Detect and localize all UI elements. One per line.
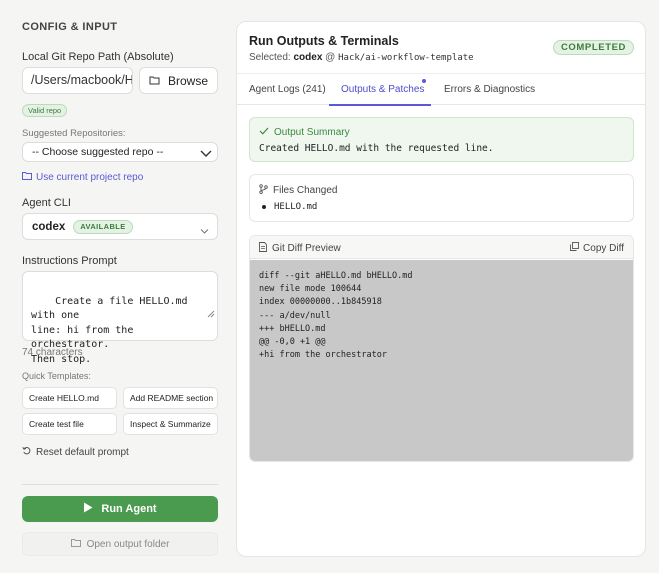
run-outputs-title: Run Outputs & Terminals [249,34,399,48]
reset-prompt-label: Reset default prompt [36,446,129,458]
template-create-hello-button[interactable]: Create HELLO.md [22,387,117,409]
check-icon [259,127,269,138]
bullet [262,205,266,209]
folder-icon [22,171,32,183]
open-output-folder-label: Open output folder [86,538,170,550]
reset-prompt-link[interactable]: Reset default prompt [22,446,129,458]
status-badge: COMPLETED [552,40,634,55]
files-changed-header: Files Changed [259,184,337,197]
git-diff-title-row: Git Diff Preview [259,242,341,255]
run-outputs-panel: Run Outputs & Terminals Selected: codex … [236,21,646,557]
git-diff-card: Git Diff Preview Copy Diff diff --git aH… [249,235,634,462]
tab-agent-logs[interactable]: Agent Logs (241) [249,84,326,95]
git-diff-content: diff --git aHELLO.md bHELLO.md new file … [250,260,633,461]
browse-button[interactable]: Browse [139,67,218,94]
git-diff-title: Git Diff Preview [272,243,341,254]
selected-prefix: Selected: [249,52,291,63]
output-summary-text: Created HELLO.md with the requested line… [259,143,494,154]
prompt-label: Instructions Prompt [22,255,117,267]
char-count: 74 characters [22,347,83,358]
git-diff-header: Git Diff Preview Copy Diff [250,236,633,259]
folder-icon [70,538,81,550]
divider [22,484,218,485]
selected-info: Selected: codex @ Hack/ai-workflow-templ… [249,52,474,63]
template-create-test-button[interactable]: Create test file [22,413,117,435]
run-agent-label: Run Agent [101,503,157,515]
suggested-repos-label: Suggested Repositories: [22,128,126,139]
selected-agent: codex [293,52,323,63]
active-tab-indicator [329,104,431,106]
use-current-repo-label: Use current project repo [36,171,144,183]
open-output-folder-button[interactable]: Open output folder [22,532,218,556]
git-branch-icon [259,184,268,197]
output-summary-header: Output Summary [259,127,350,138]
tab-outputs-patches[interactable]: Outputs & Patches [341,84,424,95]
output-summary-title: Output Summary [274,127,350,138]
changed-file-name: HELLO.md [274,202,318,212]
copy-diff-label: Copy Diff [583,242,624,254]
agent-available-badge: AVAILABLE [73,219,133,234]
tab-notification-dot [422,79,426,83]
template-add-readme-button[interactable]: Add README section [123,387,218,409]
repo-path-input[interactable]: /Users/macbook/H [22,67,133,94]
resize-handle-icon[interactable] [170,295,215,339]
agent-cli-select[interactable]: codex AVAILABLE [22,213,218,240]
play-icon [83,502,93,516]
suggested-repo-selected: -- Choose suggested repo -- [32,146,164,158]
run-agent-button[interactable]: Run Agent [22,496,218,522]
copy-diff-button[interactable]: Copy Diff [570,242,624,254]
config-panel: CONFIG & INPUT Local Git Repo Path (Abso… [22,0,218,573]
config-section-title: CONFIG & INPUT [22,21,118,33]
files-changed-title: Files Changed [273,185,338,196]
prompt-textarea[interactable]: Create a file HELLO.md with one line: hi… [22,271,218,365]
list-item: HELLO.md [262,202,317,212]
at-sign: @ [325,52,336,63]
folder-icon [149,74,160,88]
agent-cli-label: Agent CLI [22,197,71,209]
selected-repo: Hack/ai-workflow-template [338,53,474,63]
template-inspect-button[interactable]: Inspect & Summarize [123,413,218,435]
valid-repo-badge: Valid repo [22,104,68,117]
output-summary-card: Output Summary Created HELLO.md with the… [249,117,634,162]
copy-icon [570,242,579,254]
chevron-down-icon [200,224,209,238]
chevron-down-icon [200,147,212,165]
agent-cli-value: codex [32,220,66,233]
use-current-repo-link[interactable]: Use current project repo [22,171,143,183]
tab-errors-diagnostics[interactable]: Errors & Diagnostics [444,84,535,95]
output-tabs: Agent Logs (241) Outputs & Patches Error… [237,73,645,106]
document-icon [259,242,267,255]
templates-label: Quick Templates: [22,371,91,381]
reset-icon [22,446,31,458]
repo-path-label: Local Git Repo Path (Absolute) [22,51,174,63]
suggested-repo-select[interactable]: -- Choose suggested repo -- [22,142,218,162]
files-changed-card: Files Changed HELLO.md [249,174,634,222]
browse-label: Browse [167,73,208,88]
